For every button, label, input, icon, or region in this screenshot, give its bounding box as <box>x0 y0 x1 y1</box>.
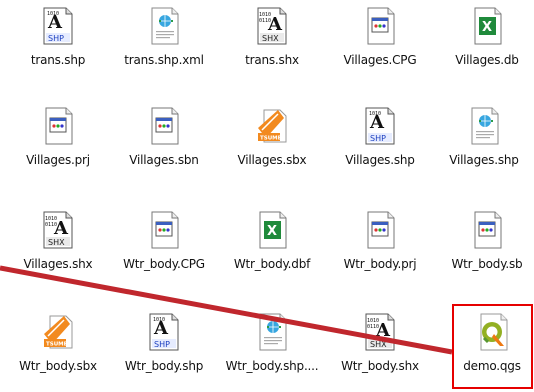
file-name: Villages.db <box>455 53 519 67</box>
file-item[interactable]: Wtr_body.CPG <box>112 210 216 290</box>
file-item[interactable]: A 1010 SHP trans.shp <box>6 6 110 86</box>
file-item[interactable]: trans.shp.xml <box>112 6 216 86</box>
svg-text:A: A <box>375 320 391 341</box>
svg-text:SHX: SHX <box>48 238 65 247</box>
xml-file-icon <box>151 7 179 45</box>
highlight-box <box>452 304 533 389</box>
tsume-file-icon: TSUME <box>258 109 287 143</box>
file-item[interactable]: Villages.CPG <box>328 6 432 86</box>
xml-file-icon <box>471 107 499 145</box>
file-name: Villages.shp <box>345 153 415 167</box>
file-item[interactable]: TSUME Villages.sbx <box>220 106 324 186</box>
file-name: Wtr_body.CPG <box>123 257 205 271</box>
file-name: Wtr_body.sbx <box>19 359 97 373</box>
shp-file-icon: A 1010 SHP <box>149 313 179 351</box>
shx-file-icon: 1010 0110 A SHX <box>257 7 287 45</box>
file-item[interactable]: Villages.shp <box>432 106 534 186</box>
svg-text:X: X <box>267 224 277 239</box>
file-name: Wtr_body.prj <box>343 257 417 271</box>
file-item[interactable]: Wtr_body.shp.... <box>220 312 324 392</box>
file-item[interactable]: Villages.sbn <box>112 106 216 186</box>
file-name: Wtr_body.sb <box>451 257 523 271</box>
svg-text:A: A <box>267 14 283 35</box>
file-item[interactable]: X Wtr_body.dbf <box>220 210 324 290</box>
file-name: Villages.shp <box>449 153 519 167</box>
svg-text:SHP: SHP <box>370 134 386 143</box>
xml-file-icon <box>259 313 287 351</box>
generic-file-icon <box>151 107 179 145</box>
shx-file-icon: 1010 0110 A SHX <box>365 313 395 351</box>
svg-text:SHX: SHX <box>370 340 387 349</box>
file-item[interactable]: 1010 0110 A SHX trans.shx <box>220 6 324 86</box>
shp-file-icon: A 1010 SHP <box>365 107 395 145</box>
svg-text:TSUME: TSUME <box>46 342 68 348</box>
file-item[interactable]: A 1010 SHP Villages.shp <box>328 106 432 186</box>
svg-text:A: A <box>53 218 69 239</box>
shx-file-icon: 1010 0110 A SHX <box>43 211 73 249</box>
file-name: Villages.CPG <box>343 53 417 67</box>
svg-text:1010: 1010 <box>369 111 381 117</box>
svg-text:1010: 1010 <box>47 11 59 17</box>
svg-text:SHP: SHP <box>48 34 64 43</box>
file-item[interactable]: 1010 0110 A SHX Wtr_body.shx <box>328 312 432 392</box>
file-item[interactable]: Wtr_body.prj <box>328 210 432 290</box>
shp-file-icon: A 1010 SHP <box>43 7 73 45</box>
generic-file-icon <box>367 7 395 45</box>
tsume-file-icon: TSUME <box>44 315 73 349</box>
file-name: trans.shx <box>245 53 299 67</box>
file-item[interactable]: Villages.prj <box>6 106 110 186</box>
file-name: Villages.prj <box>26 153 90 167</box>
svg-text:1010: 1010 <box>153 317 165 323</box>
generic-file-icon <box>45 107 73 145</box>
file-item[interactable]: X Villages.db <box>435 6 534 86</box>
file-name: Villages.sbx <box>237 153 307 167</box>
file-name: Wtr_body.shx <box>341 359 419 373</box>
file-name: Villages.shx <box>23 257 93 271</box>
file-name: Villages.sbn <box>129 153 199 167</box>
file-item[interactable]: A 1010 SHP Wtr_body.shp <box>112 312 216 392</box>
file-name: trans.shp <box>30 53 86 67</box>
generic-file-icon <box>474 211 502 249</box>
svg-text:SHP: SHP <box>154 340 170 349</box>
file-name: Wtr_body.dbf <box>233 257 311 271</box>
generic-file-icon <box>367 211 395 249</box>
file-item[interactable]: Wtr_body.sb <box>435 210 534 290</box>
file-name: trans.shp.xml <box>124 53 204 67</box>
file-name: Wtr_body.shp.... <box>225 359 319 373</box>
svg-text:TSUME: TSUME <box>260 136 282 142</box>
svg-text:X: X <box>482 20 492 35</box>
excel-file-icon: X <box>259 211 287 249</box>
file-name: Wtr_body.shp <box>124 359 204 373</box>
generic-file-icon <box>151 211 179 249</box>
svg-text:SHX: SHX <box>262 34 279 43</box>
excel-file-icon: X <box>474 7 502 45</box>
file-item[interactable]: TSUME Wtr_body.sbx <box>6 312 110 392</box>
file-item[interactable]: 1010 0110 A SHX Villages.shx <box>6 210 110 290</box>
